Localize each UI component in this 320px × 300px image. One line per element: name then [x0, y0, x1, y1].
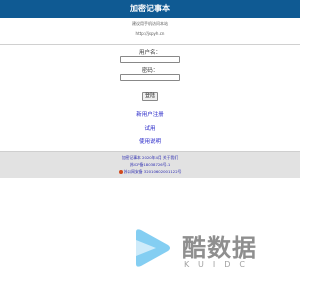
- footer-police-text: 苏公网安备 32010602001122号: [123, 169, 182, 174]
- try-link[interactable]: 试用: [0, 124, 300, 132]
- password-label: 密码：: [141, 68, 159, 74]
- app-title: 加密记事本: [130, 4, 170, 13]
- password-input[interactable]: [120, 74, 180, 81]
- footer-icp[interactable]: 苏ICP备18038726号-1: [0, 162, 300, 168]
- intro-tagline: 建议用手机访问本站: [132, 21, 168, 26]
- footer-info[interactable]: 加密记事本 2020年4月 关于我们: [0, 155, 300, 161]
- username-label: 用户名：: [138, 50, 161, 56]
- police-badge-icon: [118, 169, 123, 174]
- login-button[interactable]: 登陆: [142, 92, 158, 101]
- watermark: 酷数据 KUIDC: [130, 226, 270, 276]
- username-input[interactable]: [120, 56, 180, 63]
- watermark-sub: KUIDC: [184, 260, 254, 269]
- app-title-bar: 加密记事本: [0, 0, 300, 18]
- footer: 加密记事本 2020年4月 关于我们 苏ICP备18038726号-1 苏公网安…: [0, 151, 300, 178]
- help-link[interactable]: 使用说明: [0, 137, 300, 145]
- divider: [0, 44, 300, 45]
- watermark-logo-icon: [136, 229, 170, 267]
- intro-url: http://jspyh.cn: [135, 31, 165, 36]
- intro-section: 建议用手机访问本站 http://jspyh.cn: [0, 18, 300, 44]
- register-link[interactable]: 新用户注册: [0, 110, 300, 118]
- footer-police-record[interactable]: 苏公网安备 32010602001122号: [0, 169, 300, 175]
- watermark-brand: 酷数据: [182, 234, 257, 262]
